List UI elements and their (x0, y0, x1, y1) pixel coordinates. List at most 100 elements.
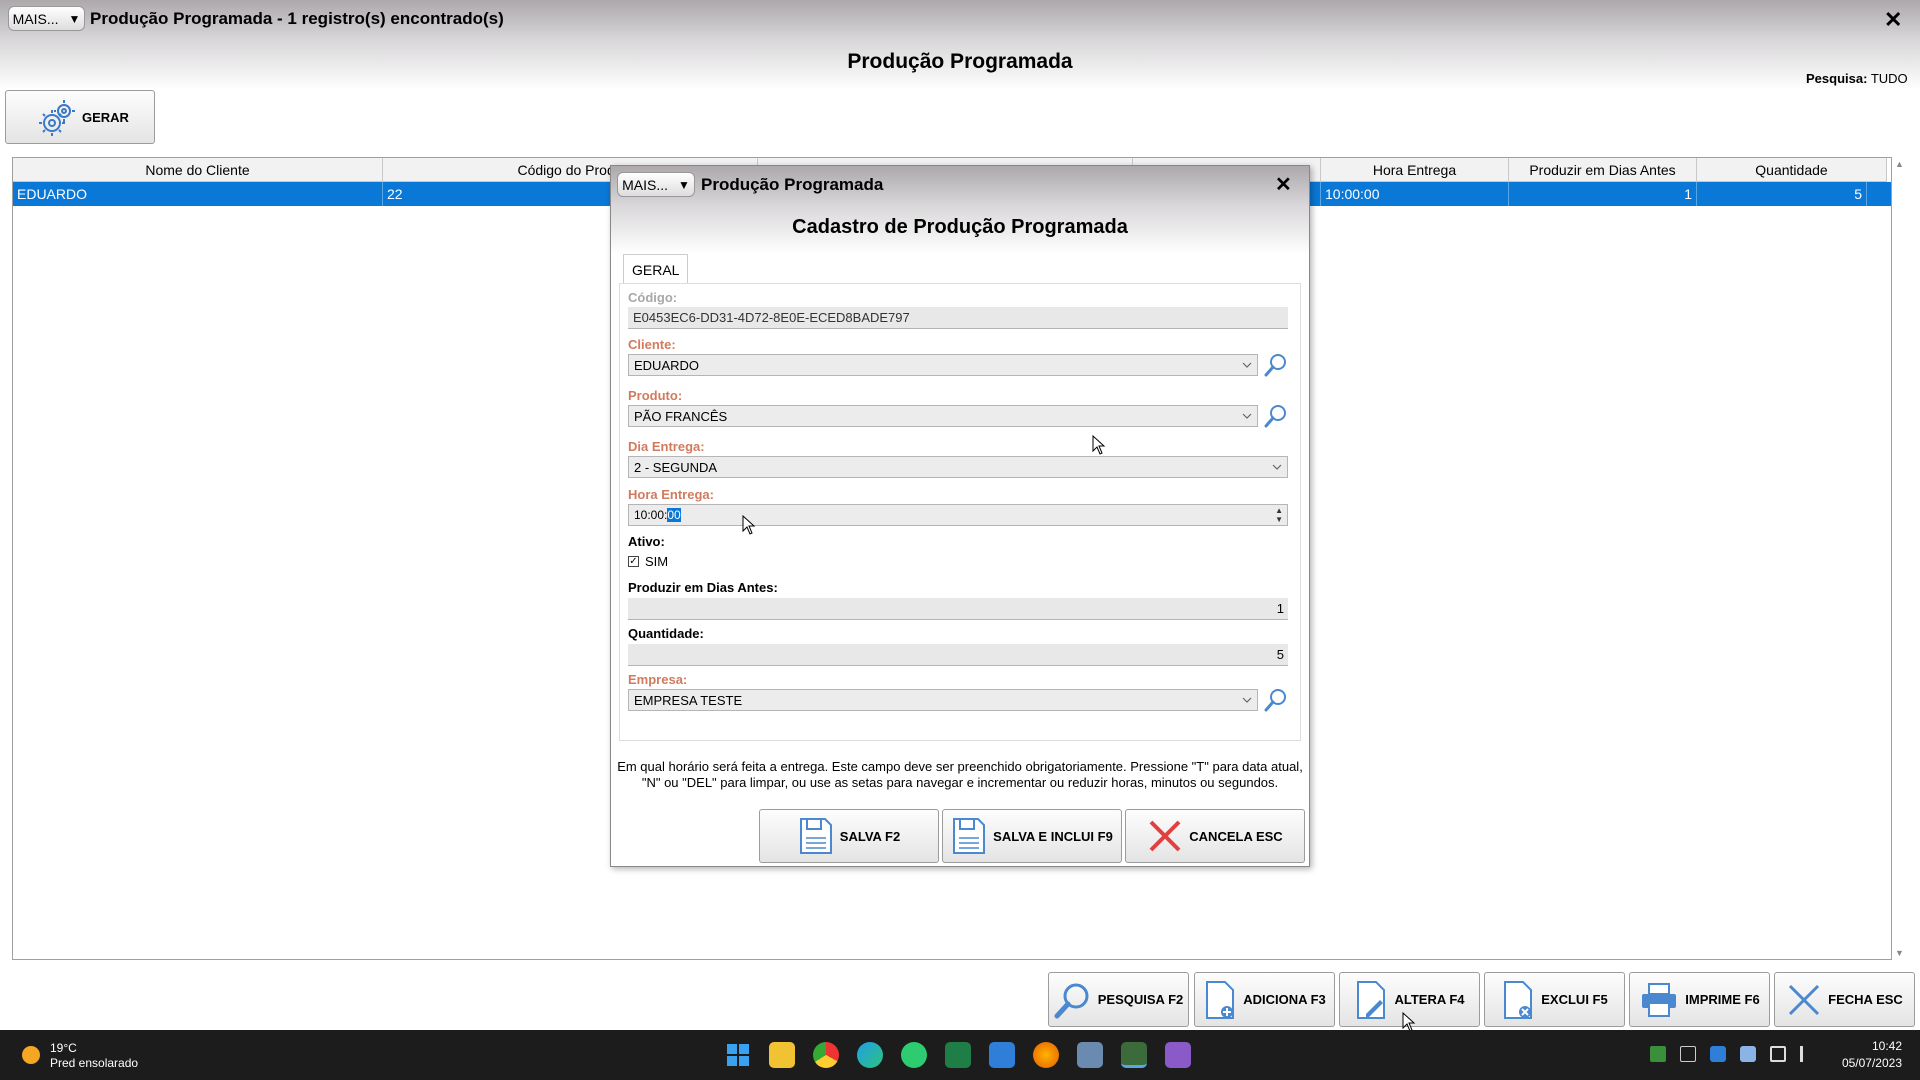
fecha-label: FECHA ESC (1828, 992, 1903, 1007)
search-icon (1054, 983, 1089, 1018)
windows-taskbar: 19°C Pred ensolarado 10:42 05/07/2023 (0, 1030, 1920, 1080)
dialog-close-button[interactable]: ✕ (1275, 175, 1292, 195)
produto-select[interactable]: PÃO FRANCÊS (628, 405, 1258, 427)
column-header-hora-entrega[interactable]: Hora Entrega (1321, 158, 1509, 182)
search-filter: Pesquisa: TUDO (1806, 71, 1908, 86)
taskbar-apps (725, 1042, 1191, 1068)
cloud-icon[interactable] (1740, 1046, 1756, 1062)
chevron-down-icon[interactable] (1241, 359, 1253, 371)
adiciona-button[interactable]: ADICIONA F3 (1194, 972, 1335, 1027)
mouse-pointer-icon (742, 515, 756, 535)
salva-button[interactable]: SALVA F2 (759, 809, 939, 863)
triangle-down-icon: ▼ (678, 177, 690, 192)
cell-nome-cliente: EDUARDO (13, 182, 383, 206)
more-menu-label: MAIS... (12, 10, 59, 27)
altera-label: ALTERA F4 (1394, 992, 1465, 1007)
checkbox-checked-icon[interactable]: ✓ (628, 556, 639, 567)
ativo-label: Ativo: (628, 534, 665, 549)
empresa-search-icon[interactable] (1263, 687, 1289, 713)
page-heading: Produção Programada (847, 50, 1073, 73)
dia-entrega-label: Dia Entrega: (628, 439, 705, 454)
scroll-up-icon[interactable]: ▲ (1895, 159, 1904, 169)
firefox-icon[interactable] (1033, 1042, 1059, 1068)
ativo-checkbox[interactable]: ✓ SIM (628, 554, 668, 569)
cancela-label: CANCELA ESC (1189, 828, 1283, 844)
cell-dias-antes: 1 (1509, 182, 1697, 206)
volume-icon[interactable] (1800, 1046, 1816, 1062)
weather-desc: Pred ensolarado (50, 1056, 139, 1070)
whatsapp-icon[interactable] (901, 1042, 927, 1068)
edge-icon[interactable] (857, 1042, 883, 1068)
imprime-label: IMPRIME F6 (1685, 992, 1760, 1007)
dias-antes-input[interactable]: 1 (628, 598, 1288, 620)
usb-icon[interactable] (1680, 1046, 1696, 1062)
dia-entrega-value: 2 - SEGUNDA (634, 459, 718, 475)
chevron-down-icon[interactable] (1241, 694, 1253, 706)
fecha-button[interactable]: FECHA ESC (1774, 972, 1915, 1027)
windows-start-icon[interactable] (725, 1042, 751, 1068)
security-shield-icon[interactable] (1710, 1046, 1726, 1062)
file-explorer-icon[interactable] (769, 1042, 795, 1068)
chevron-down-icon[interactable] (1271, 461, 1283, 473)
quantidade-input[interactable]: 5 (628, 644, 1288, 666)
pesquisa-button[interactable]: PESQUISA F2 (1048, 972, 1189, 1027)
imprime-button[interactable]: IMPRIME F6 (1629, 972, 1770, 1027)
weather-temp: 19°C (50, 1041, 77, 1055)
empresa-value: EMPRESA TESTE (634, 692, 743, 708)
edit-document-icon (1357, 980, 1386, 1019)
codigo-field: E0453EC6-DD31-4D72-8E0E-ECED8BADE797 (628, 307, 1288, 329)
spin-arrows-icon[interactable]: ▲ ▼ (1275, 506, 1283, 524)
mouse-pointer-icon (1092, 435, 1106, 455)
cancela-button[interactable]: CANCELA ESC (1125, 809, 1305, 863)
hora-entrega-selected-seconds: 00 (667, 508, 681, 522)
settings-gear-icon[interactable] (1077, 1042, 1103, 1068)
dialog-more-menu-button[interactable]: MAIS... ▼ (617, 172, 695, 197)
dias-antes-label: Produzir em Dias Antes: (628, 580, 778, 595)
field-hint-text: Em qual horário será feita a entrega. Es… (617, 759, 1303, 790)
produto-label: Produto: (628, 388, 683, 403)
network-icon[interactable] (1770, 1046, 1786, 1062)
erp-app-icon[interactable] (1121, 1042, 1147, 1068)
cadastro-dialog[interactable]: MAIS... ▼ Produção Programada ✕ Cadastro… (610, 165, 1310, 867)
cliente-select[interactable]: EDUARDO (628, 354, 1258, 376)
dia-entrega-select[interactable]: 2 - SEGUNDA (628, 456, 1288, 478)
salva-e-inclui-button[interactable]: SALVA E INCLUI F9 (942, 809, 1122, 863)
cell-quantidade: 5 (1697, 182, 1867, 206)
produto-value: PÃO FRANCÊS (634, 408, 728, 424)
window-close-button[interactable]: ✕ (1884, 9, 1902, 31)
exclui-button[interactable]: EXCLUI F5 (1484, 972, 1625, 1027)
produto-search-icon[interactable] (1263, 403, 1289, 429)
gerar-label: GERAR (82, 109, 129, 125)
hora-entrega-input[interactable]: 10:00: 00 ▲ ▼ (628, 504, 1288, 526)
tab-geral[interactable]: GERAL (623, 254, 689, 284)
adiciona-label: ADICIONA F3 (1243, 992, 1326, 1007)
chrome-icon[interactable] (813, 1042, 839, 1068)
column-header-dias-antes[interactable]: Produzir em Dias Antes (1509, 158, 1697, 182)
clock-time[interactable]: 10:42 (1830, 1039, 1902, 1053)
tray-app-icon[interactable] (1650, 1046, 1666, 1062)
media-app-icon[interactable] (1165, 1042, 1191, 1068)
remote-app-icon[interactable] (989, 1042, 1015, 1068)
column-header-nome-cliente[interactable]: Nome do Cliente (13, 158, 383, 182)
dialog-title: Produção Programada (701, 175, 884, 194)
empresa-select[interactable]: EMPRESA TESTE (628, 689, 1258, 711)
cliente-search-icon[interactable] (1263, 352, 1289, 378)
grid-vertical-scrollbar[interactable]: ▲ ▼ (1890, 157, 1908, 960)
gear-icon (39, 100, 75, 136)
codigo-label: Código: (628, 290, 678, 305)
delete-document-icon (1504, 980, 1533, 1019)
ativo-checkbox-label: SIM (645, 554, 669, 569)
clock-date[interactable]: 05/07/2023 (1830, 1056, 1902, 1070)
system-tray (1650, 1046, 1816, 1062)
chevron-down-icon[interactable] (1241, 410, 1253, 422)
column-header-quantidade[interactable]: Quantidade (1697, 158, 1887, 182)
search-filter-value: TUDO (1870, 71, 1908, 86)
search-filter-label: Pesquisa: (1806, 71, 1868, 86)
gerar-button[interactable]: GERAR (5, 90, 155, 144)
quantidade-label: Quantidade: (628, 626, 704, 641)
weather-sun-icon[interactable] (18, 1042, 44, 1068)
spreadsheet-icon[interactable] (945, 1042, 971, 1068)
scroll-down-icon[interactable]: ▼ (1895, 948, 1904, 958)
main-more-menu-button[interactable]: MAIS... ▼ (8, 6, 85, 31)
cliente-value: EDUARDO (634, 357, 700, 373)
